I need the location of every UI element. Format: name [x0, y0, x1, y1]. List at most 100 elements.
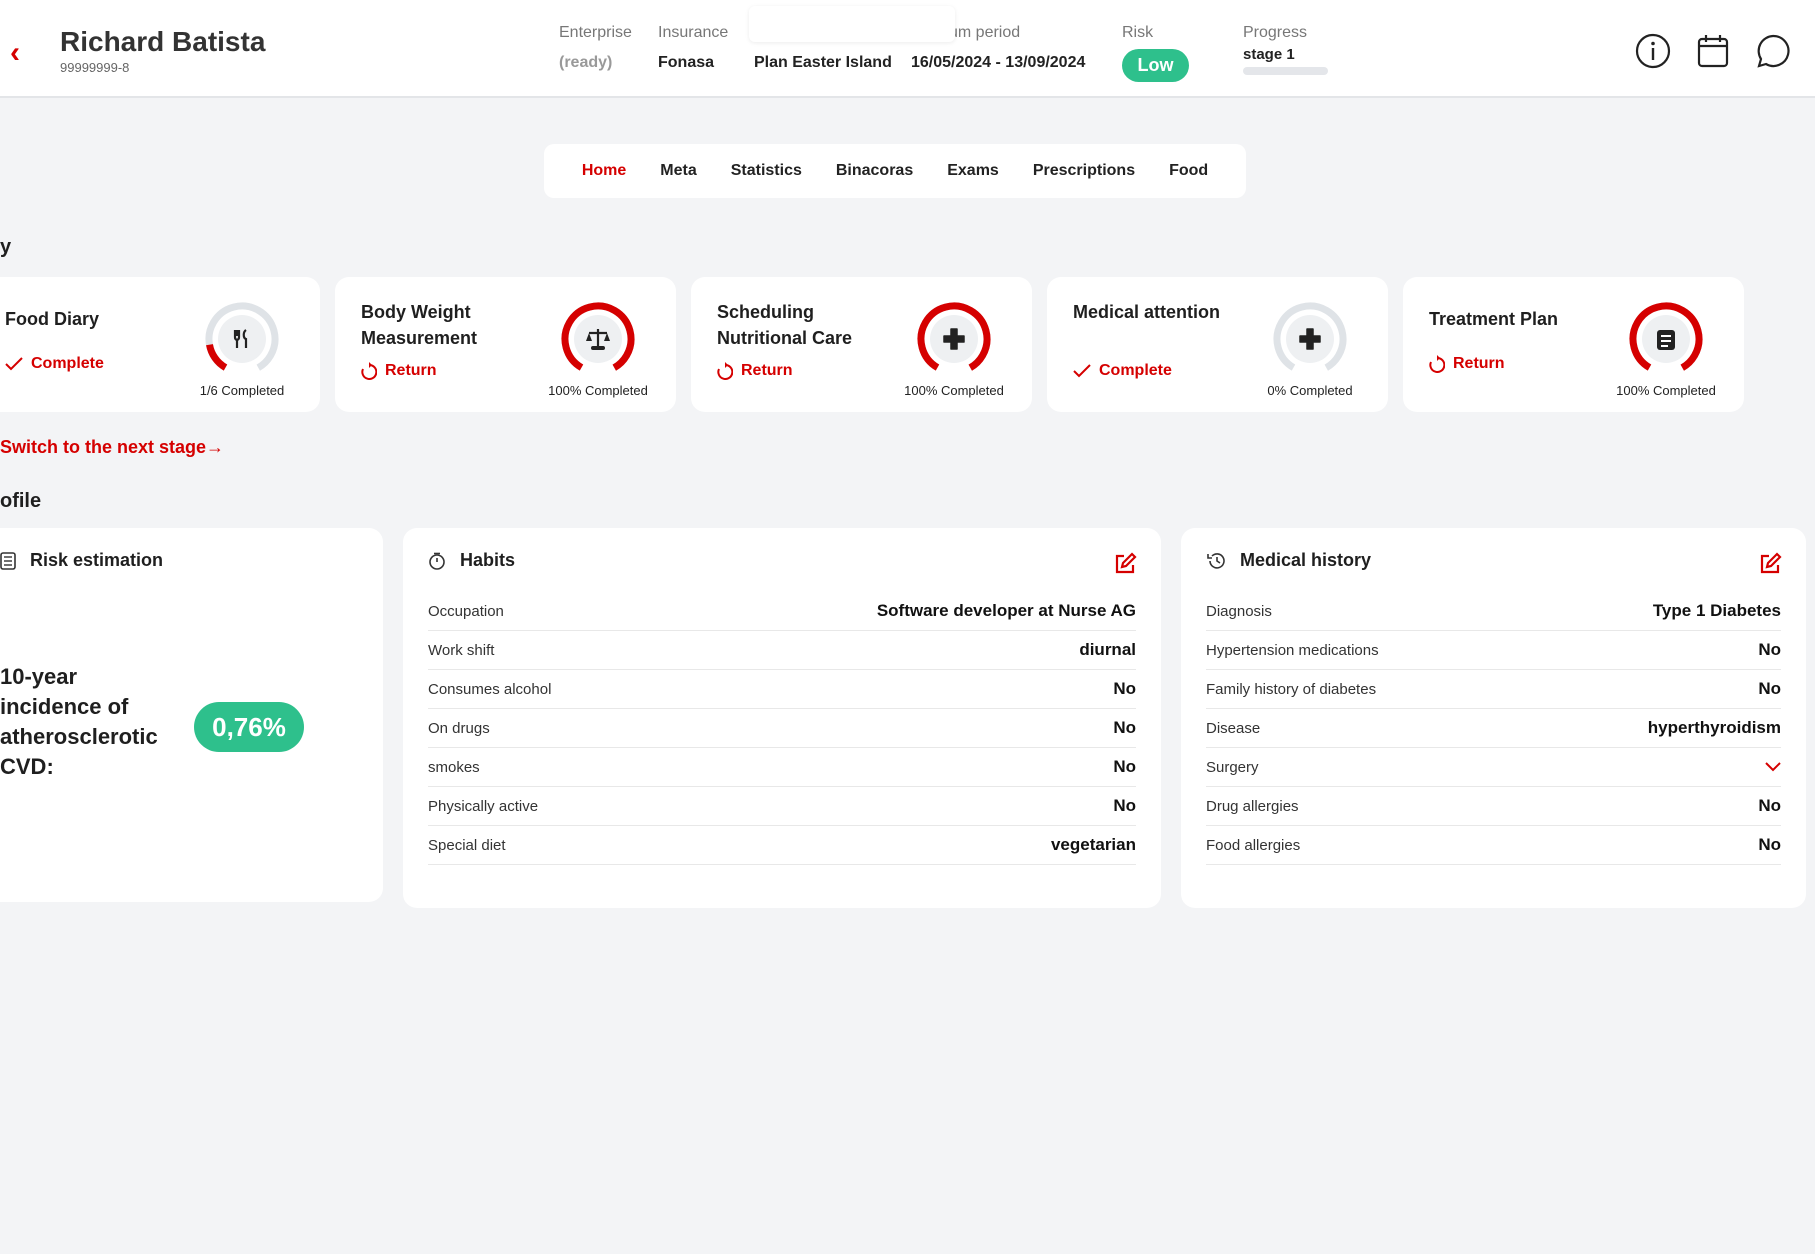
row-value: No	[1113, 757, 1136, 776]
progress-gauge: 1/6 Completed	[190, 301, 294, 398]
row-label: Occupation	[428, 602, 504, 620]
plan-value: Plan Easter Island	[754, 54, 892, 71]
info-row: Drug allergies No	[1206, 787, 1781, 826]
progress-label: Progress	[1243, 24, 1308, 41]
info-row: Physically active No	[428, 787, 1136, 826]
row-label: Diagnosis	[1206, 602, 1272, 620]
check-icon	[1073, 364, 1091, 378]
insurance-label: Insurance	[658, 24, 729, 41]
info-row: Food allergies No	[1206, 826, 1781, 865]
stage-card-medical-attention: Medical attention Complete 0% Completed	[1047, 277, 1388, 412]
row-label: Surgery	[1206, 758, 1259, 776]
card-action-complete[interactable]: Complete	[1073, 362, 1172, 380]
patient-header: ‹ Richard Batista 99999999-8 Enterprise …	[0, 0, 1815, 98]
info-row: Disease hyperthyroidism	[1206, 709, 1781, 748]
risk-estimation-card: Risk estimation 10-year incidence of ath…	[0, 528, 383, 902]
info-row: Family history of diabetes No	[1206, 670, 1781, 709]
progress-value: stage 1	[1243, 46, 1295, 63]
card-action-complete[interactable]: Complete	[5, 355, 104, 373]
row-label: Hypertension medications	[1206, 641, 1379, 659]
progress-gauge: 0% Completed	[1258, 301, 1362, 398]
row-label: Special diet	[428, 836, 506, 854]
info-icon[interactable]	[1635, 33, 1671, 69]
section-title: y	[0, 236, 12, 258]
risk-description: 10-year incidence of atherosclerotic CVD…	[0, 664, 158, 779]
card-action-label: Complete	[31, 355, 104, 372]
chat-icon[interactable]	[1755, 33, 1791, 69]
patient-id: 99999999-8	[60, 60, 130, 75]
info-row: Occupation Software developer at Nurse AG	[428, 592, 1136, 631]
patient-name: Richard Batista	[60, 26, 266, 57]
card-action-label: Return	[385, 362, 437, 379]
row-label: Drug allergies	[1206, 797, 1299, 815]
row-label: Physically active	[428, 797, 539, 815]
risk-value-badge: 0,76%	[194, 702, 304, 752]
row-label: Family history of diabetes	[1206, 680, 1377, 698]
row-value: No	[1758, 835, 1781, 854]
gauge-caption: 100% Completed	[548, 383, 648, 398]
info-row: Work shift diurnal	[428, 631, 1136, 670]
medical-history-title: Medical history	[1240, 550, 1372, 570]
card-action-label: Complete	[1099, 362, 1172, 379]
card-action-return[interactable]: Return	[1429, 355, 1505, 373]
info-row: Surgery	[1206, 748, 1781, 787]
progress-gauge: 100% Completed	[546, 301, 650, 398]
refresh-icon	[1429, 355, 1445, 373]
row-value: No	[1113, 718, 1136, 737]
row-value: hyperthyroidism	[1647, 718, 1781, 737]
card-action-return[interactable]: Return	[361, 362, 437, 380]
risk-label: Risk	[1122, 24, 1154, 41]
row-value: diurnal	[1079, 640, 1136, 659]
stage-card-food-diary: Food Diary Complete 1/6 Completed	[0, 277, 320, 412]
tab-statistics[interactable]: Statistics	[731, 162, 802, 180]
row-value: No	[1758, 796, 1781, 815]
main-tabs: Home Meta Statistics Binacoras Exams Prescrip…	[544, 144, 1246, 198]
card-title: Food Diary	[5, 309, 100, 329]
card-action-label: Return	[1453, 355, 1505, 372]
insurance-value: Fonasa	[658, 54, 715, 71]
progress-gauge: 100% Completed	[1614, 301, 1718, 398]
info-row: Consumes alcohol No	[428, 670, 1136, 709]
row-value: No	[1113, 796, 1136, 815]
row-value: vegetarian	[1050, 835, 1136, 854]
calendar-icon[interactable]	[1695, 33, 1731, 69]
tab-meta[interactable]: Meta	[660, 162, 696, 180]
row-value: No	[1113, 679, 1136, 698]
card-title: Medical attention	[1073, 302, 1221, 322]
card-action-return[interactable]: Return	[717, 362, 793, 380]
risk-badge: Low	[1122, 49, 1189, 82]
row-value: No	[1758, 679, 1781, 698]
habits-title: Habits	[460, 550, 516, 570]
next-stage-link[interactable]: Switch to the next stage→	[0, 437, 224, 458]
clipboard-icon	[1657, 330, 1675, 350]
gauge-caption: 1/6 Completed	[199, 383, 285, 398]
chevron-down-icon[interactable]	[1765, 762, 1781, 772]
tab-prescriptions[interactable]: Prescriptions	[1033, 162, 1135, 180]
habits-card: Habits Occupation Software developer at N…	[403, 528, 1161, 908]
row-label: On drugs	[428, 719, 490, 737]
row-label: Disease	[1206, 719, 1261, 737]
info-row: smokes No	[428, 748, 1136, 787]
tab-exams[interactable]: Exams	[947, 162, 999, 180]
tab-food[interactable]: Food	[1169, 162, 1208, 180]
enterprise-value: (ready)	[559, 54, 613, 71]
card-action-label: Return	[741, 362, 793, 379]
info-row: Special diet vegetarian	[428, 826, 1136, 865]
row-label: Work shift	[428, 641, 495, 659]
card-title: Treatment Plan	[1429, 309, 1559, 329]
enterprise-label: Enterprise	[559, 24, 632, 41]
stage-card-treatment-plan: Treatment Plan Return 100% Completed	[1403, 277, 1744, 412]
tab-binacoras[interactable]: Binacoras	[836, 162, 913, 180]
row-value: Software developer at Nurse AG	[876, 601, 1136, 620]
back-button[interactable]: ‹	[10, 36, 20, 70]
stage-card-body-weight-measurement: Body Weight Measurement Return 100% Comp…	[335, 277, 676, 412]
tab-home[interactable]: Home	[582, 162, 626, 180]
history-icon	[1207, 552, 1225, 569]
info-row: Diagnosis Type 1 Diabetes	[1206, 592, 1781, 631]
edit-icon[interactable]	[1113, 552, 1137, 576]
calculator-icon	[0, 551, 16, 570]
edit-icon[interactable]	[1758, 552, 1782, 576]
row-label: Consumes alcohol	[428, 680, 552, 698]
risk-estimation-title: Risk estimation	[30, 550, 164, 570]
progress-gauge: 100% Completed	[902, 301, 1006, 398]
